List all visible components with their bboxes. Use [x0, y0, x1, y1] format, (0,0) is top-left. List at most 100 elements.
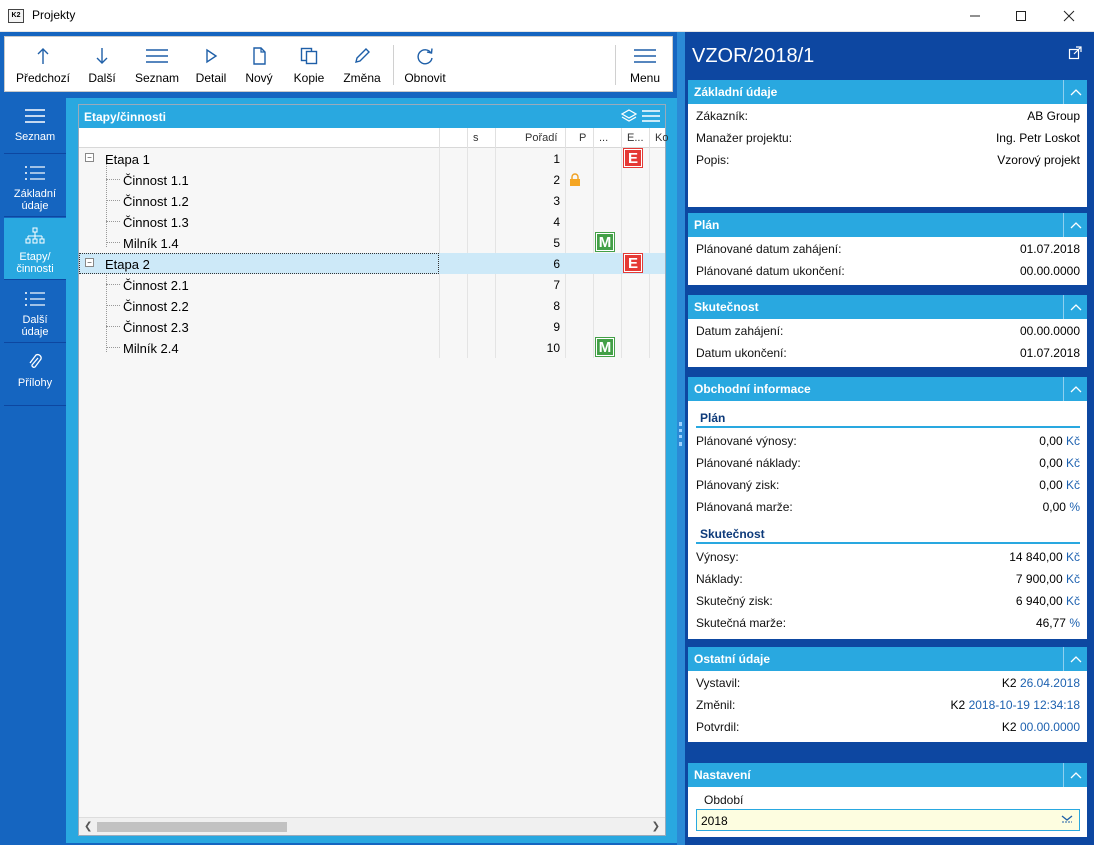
field-revenue: Výnosy: 14 840,00 Kč — [696, 550, 1080, 564]
scrollbar-thumb[interactable] — [97, 822, 287, 832]
row-name: Činnost 2.3 — [123, 320, 189, 335]
dropdown-icon[interactable] — [1060, 813, 1074, 828]
row-name: Činnost 2.1 — [123, 278, 189, 293]
collapse-toggle[interactable]: − — [85, 153, 94, 162]
period-label: Období — [704, 793, 744, 807]
nav-item-list[interactable]: Seznam — [4, 98, 66, 154]
column-order[interactable]: Pořadí — [525, 132, 557, 144]
section-header[interactable]: Základní údaje — [688, 80, 1087, 104]
table-row[interactable]: Milník 2.4 10 M — [79, 337, 665, 358]
collapse-toggle[interactable]: − — [85, 258, 94, 267]
table-row[interactable]: − Etapa 1 1 E — [79, 148, 665, 169]
section-header[interactable]: Obchodní informace — [688, 377, 1087, 401]
detail-button[interactable]: Detail — [191, 37, 231, 93]
section-header[interactable]: Skutečnost — [688, 295, 1087, 319]
section-settings: Nastavení Období 2018 — [688, 763, 1087, 837]
chevron-up-icon[interactable] — [1063, 377, 1087, 401]
nav-item-other-data[interactable]: Další údaje — [4, 281, 66, 343]
table-row[interactable]: Činnost 1.1 2 — [79, 169, 665, 190]
row-name: Činnost 1.1 — [123, 173, 189, 188]
next-button[interactable]: Další — [81, 37, 123, 93]
arrow-up-icon — [36, 45, 50, 67]
field-planned-end: Plánované datum ukončení: 00.00.0000 — [696, 264, 1080, 278]
chevron-up-icon[interactable] — [1063, 80, 1087, 104]
column-k[interactable]: Ko — [655, 132, 668, 144]
nav-item-label: Seznam — [14, 131, 56, 143]
scroll-left-icon[interactable]: ❮ — [84, 821, 92, 832]
detail-header: VZOR/2018/1 — [685, 32, 1094, 80]
table-row[interactable]: Činnost 1.3 4 — [79, 211, 665, 232]
open-external-icon[interactable] — [1068, 46, 1082, 63]
column-headers: s Pořadí P ... E... Ko — [79, 128, 668, 148]
row-order: 9 — [553, 320, 560, 334]
copy-label: Kopie — [293, 71, 325, 85]
column-dots[interactable]: ... — [599, 132, 608, 144]
layers-icon[interactable] — [620, 108, 638, 127]
table-row[interactable]: Činnost 2.2 8 — [79, 295, 665, 316]
row-name: Činnost 2.2 — [123, 299, 189, 314]
table-row[interactable]: Činnost 1.2 3 — [79, 190, 665, 211]
section-header[interactable]: Nastavení — [688, 763, 1087, 787]
period-select[interactable]: 2018 — [696, 809, 1080, 831]
minimize-button[interactable] — [952, 0, 998, 32]
field-actual-start: Datum zahájení: 00.00.0000 — [696, 324, 1080, 338]
list-icon — [145, 45, 169, 67]
previous-button[interactable]: Předchozí — [13, 37, 73, 93]
content-area: Etapy/činnosti s Pořadí P ... E... Ko − … — [66, 98, 677, 843]
hamburger-icon — [633, 45, 657, 67]
chevron-up-icon[interactable] — [1063, 295, 1087, 319]
change-button[interactable]: Změna — [339, 37, 385, 93]
section-basic-data: Základní údaje Zákazník: AB Group Manažer… — [688, 80, 1087, 207]
close-button[interactable] — [1046, 0, 1092, 32]
field-customer: Zákazník: AB Group — [696, 109, 1080, 123]
field-changed: Změnil: K2 2018-10-19 12:34:18 — [696, 698, 1080, 712]
chevron-up-icon[interactable] — [1063, 647, 1087, 671]
minimize-icon — [970, 15, 980, 17]
stages-grid-panel: Etapy/činnosti s Pořadí P ... E... Ko − … — [78, 104, 668, 836]
scroll-right-icon[interactable]: ❯ — [652, 821, 660, 832]
section-actual: Skutečnost Datum zahájení: 00.00.0000 Dat… — [688, 295, 1087, 367]
maximize-button[interactable] — [998, 0, 1044, 32]
refresh-icon — [415, 45, 435, 67]
horizontal-scrollbar[interactable]: ❮ ❯ — [79, 817, 665, 835]
field-planned-profit: Plánovaný zisk: 0,00 Kč — [696, 478, 1080, 492]
table-row[interactable]: − Etapa 2 6 E — [79, 253, 665, 274]
new-button[interactable]: Nový — [241, 37, 277, 93]
subheading-plan: Plán — [688, 405, 1087, 429]
nav-item-basic-data[interactable]: Základní údaje — [4, 155, 66, 217]
field-planned-margin: Plánovaná marže: 0,00 % — [696, 500, 1080, 514]
copy-button[interactable]: Kopie — [289, 37, 329, 93]
chevron-up-icon[interactable] — [1063, 213, 1087, 237]
refresh-label: Obnovit — [404, 71, 446, 85]
refresh-button[interactable]: Obnovit — [401, 37, 449, 93]
nav-item-attachments[interactable]: Přílohy — [4, 344, 66, 406]
field-description: Popis: Vzorový projekt — [696, 153, 1080, 167]
maximize-icon — [1016, 11, 1026, 21]
row-order: 6 — [553, 257, 560, 271]
row-order: 4 — [553, 215, 560, 229]
column-e[interactable]: E... — [627, 132, 644, 144]
toolbar-separator — [393, 45, 394, 85]
field-planned-costs: Plánované náklady: 0,00 Kč — [696, 456, 1080, 470]
table-row[interactable]: Milník 1.4 5 M — [79, 232, 665, 253]
section-header[interactable]: Ostatní údaje — [688, 647, 1087, 671]
stage-badge: E — [623, 148, 643, 168]
column-s[interactable]: s — [473, 132, 479, 144]
menu-button[interactable]: Menu — [623, 37, 667, 93]
field-manager: Manažer projektu: Ing. Petr Loskot — [696, 131, 1080, 145]
column-p[interactable]: P — [579, 132, 586, 144]
section-other-data: Ostatní údaje Vystavil: K2 26.04.2018 Změ… — [688, 647, 1087, 742]
table-row[interactable]: Činnost 2.3 9 — [79, 316, 665, 337]
milestone-badge: M — [595, 337, 615, 357]
panel-splitter[interactable] — [677, 32, 685, 845]
list-icon — [24, 107, 46, 125]
nav-item-stages[interactable]: Etapy/činnosti — [4, 218, 66, 280]
grid-menu-icon[interactable] — [641, 108, 661, 127]
section-header[interactable]: Plán — [688, 213, 1087, 237]
chevron-up-icon[interactable] — [1063, 763, 1087, 787]
list-button[interactable]: Seznam — [131, 37, 183, 93]
stage-badge: E — [623, 253, 643, 273]
row-order: 5 — [553, 236, 560, 250]
table-row[interactable]: Činnost 2.1 7 — [79, 274, 665, 295]
row-order: 2 — [553, 173, 560, 187]
